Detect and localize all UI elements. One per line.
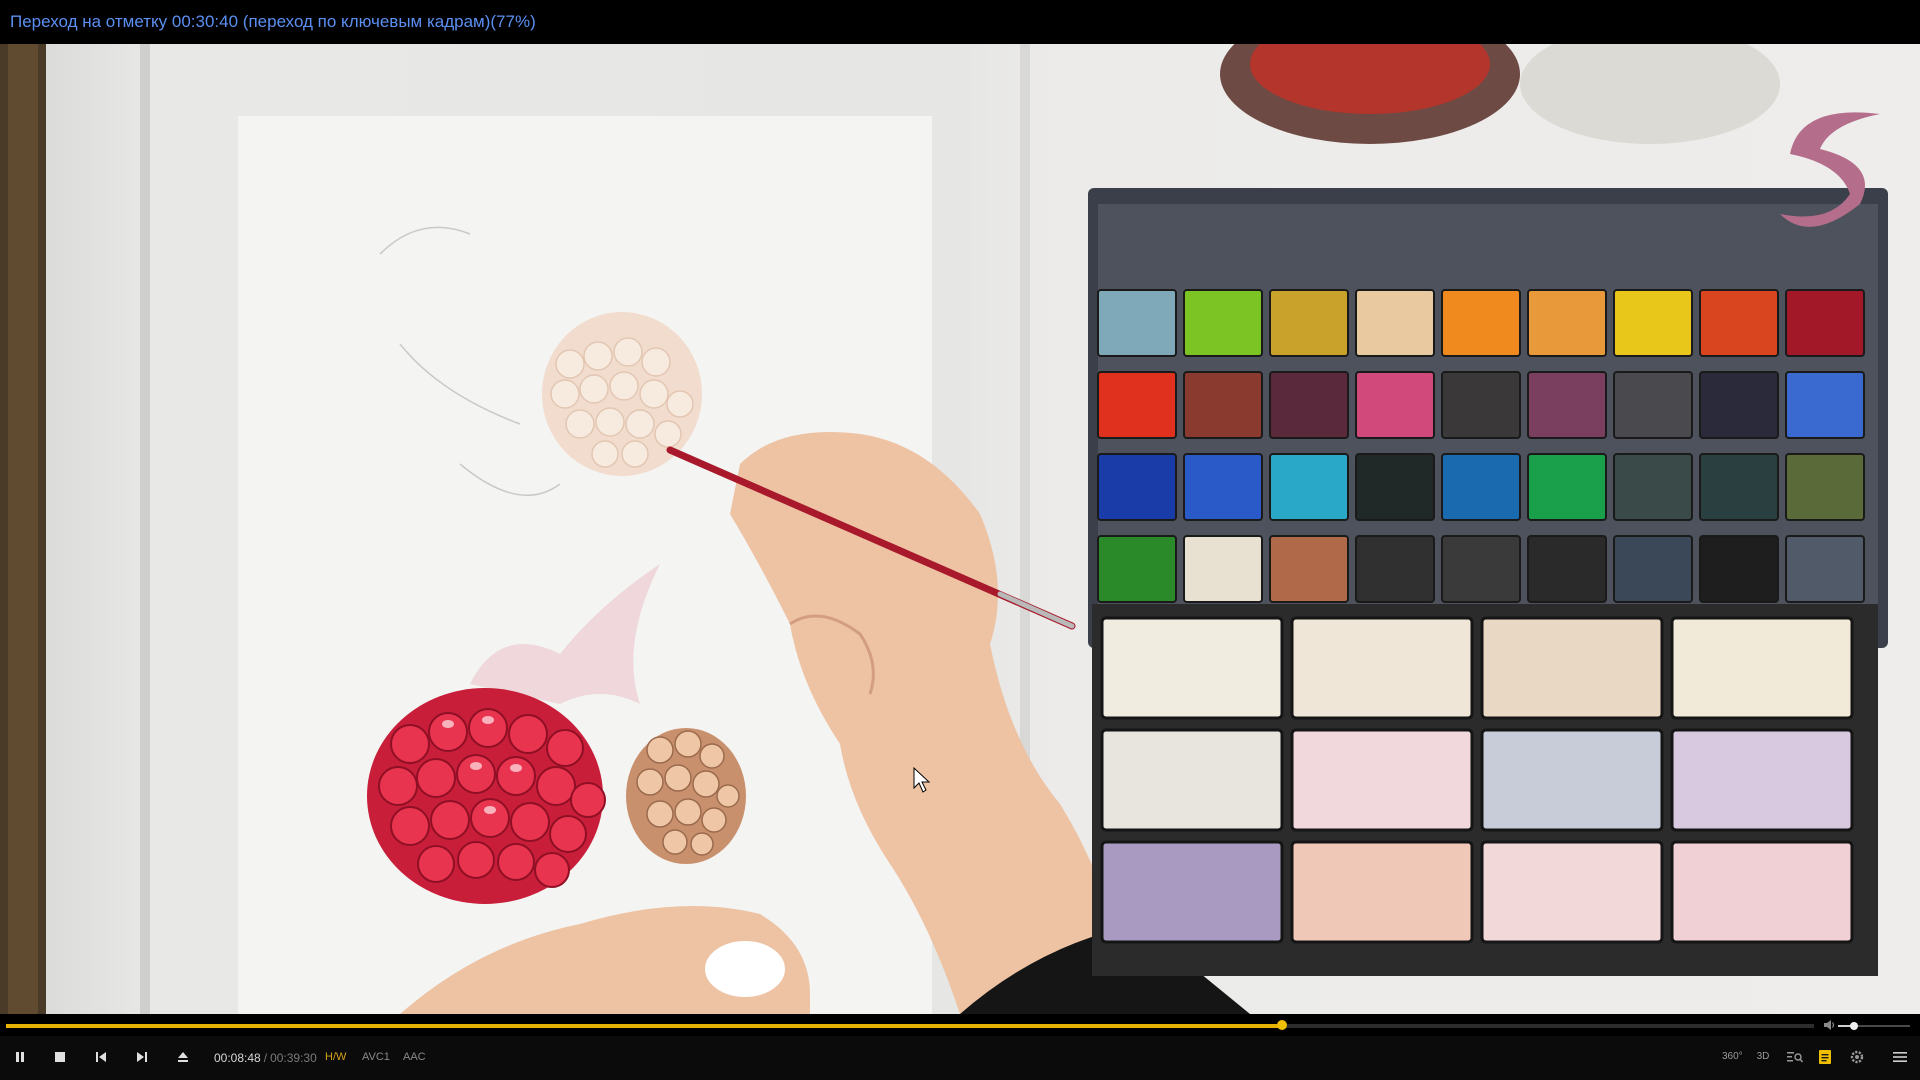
beige-raspberry	[626, 728, 746, 864]
paint-pan	[1613, 371, 1693, 439]
stereo-3d-button[interactable]: 3D	[1753, 1047, 1773, 1067]
mixing-well	[1290, 840, 1474, 944]
stop-icon	[55, 1052, 65, 1062]
hamburger-menu-icon	[1893, 1052, 1907, 1062]
hw-decoder-badge[interactable]: H/W	[325, 1051, 346, 1063]
seek-bar-progress	[6, 1024, 1283, 1028]
paint-pan	[1613, 453, 1693, 521]
paint-pan	[1699, 453, 1779, 521]
paint-pan	[1183, 453, 1263, 521]
paint-pan	[1269, 453, 1349, 521]
total-duration: 00:39:30	[270, 1051, 317, 1065]
skip-next-icon	[137, 1052, 147, 1062]
pause-button[interactable]	[9, 1046, 31, 1068]
mixing-well	[1290, 728, 1474, 832]
paint-pan	[1269, 371, 1349, 439]
settings-button[interactable]	[1846, 1046, 1868, 1068]
next-button[interactable]	[131, 1046, 153, 1068]
paint-pan	[1527, 453, 1607, 521]
video-codec-badge[interactable]: AVC1	[362, 1051, 390, 1063]
control-bar: 00:08:48/00:39:30 H/W AVC1 AAC 360° 3D	[0, 1036, 1920, 1080]
mixing-well	[1480, 616, 1664, 720]
mixing-well	[1480, 840, 1664, 944]
mixing-well	[1670, 616, 1854, 720]
paint-pan	[1441, 453, 1521, 521]
pause-icon	[16, 1052, 24, 1062]
paint-pan	[1699, 289, 1779, 357]
stop-button[interactable]	[49, 1046, 71, 1068]
paint-pan	[1441, 535, 1521, 603]
current-time: 00:08:48	[214, 1051, 261, 1065]
playlist-search-button[interactable]	[1784, 1046, 1806, 1068]
speaker-icon[interactable]	[1822, 1018, 1836, 1032]
subtitle-icon	[1819, 1050, 1831, 1064]
video-content	[0, 44, 1888, 1014]
paint-pan	[1785, 371, 1865, 439]
mixing-well	[1290, 616, 1474, 720]
paint-pan	[1355, 535, 1435, 603]
paint-pan	[1355, 289, 1435, 357]
paint-pan	[1613, 535, 1693, 603]
paint-pan	[1527, 535, 1607, 603]
paint-pan	[1785, 453, 1865, 521]
watercolor-palette	[1088, 188, 1888, 976]
paint-pan	[1097, 535, 1177, 603]
paint-pan	[1183, 535, 1263, 603]
audio-codec-badge[interactable]: AAC	[403, 1051, 426, 1063]
paint-pan	[1269, 289, 1349, 357]
paint-pan	[1699, 535, 1779, 603]
seek-bar[interactable]	[6, 1020, 1814, 1030]
paint-pan	[1527, 371, 1607, 439]
paint-pan	[1527, 289, 1607, 357]
mixing-well	[1100, 840, 1284, 944]
mixing-well	[1100, 728, 1284, 832]
open-file-button[interactable]	[172, 1046, 194, 1068]
time-display[interactable]: 00:08:48/00:39:30	[214, 1051, 317, 1065]
media-player-window: Переход на отметку 00:30:40 (переход по …	[0, 0, 1920, 1080]
mixing-well	[1100, 616, 1284, 720]
subtitle-button[interactable]	[1814, 1046, 1836, 1068]
skip-previous-icon	[96, 1052, 106, 1062]
paint-pan	[1355, 371, 1435, 439]
paint-pan	[1097, 371, 1177, 439]
mixing-well	[1480, 728, 1664, 832]
paint-pan	[1441, 371, 1521, 439]
mixing-well	[1670, 728, 1854, 832]
paint-pan	[1785, 535, 1865, 603]
eject-icon	[178, 1052, 188, 1062]
paint-pan	[1269, 535, 1349, 603]
paint-pan	[1097, 453, 1177, 521]
list-search-icon	[1787, 1052, 1803, 1063]
volume-thumb[interactable]	[1849, 1022, 1858, 1030]
paint-pan	[1699, 371, 1779, 439]
gear-icon	[1850, 1050, 1864, 1064]
paint-pan	[1785, 289, 1865, 357]
paint-pan	[1183, 371, 1263, 439]
time-separator: /	[263, 1051, 268, 1065]
paint-pan	[1441, 289, 1521, 357]
osd-seek-message: Переход на отметку 00:30:40 (переход по …	[10, 12, 536, 31]
paint-pan	[1097, 289, 1177, 357]
menu-button[interactable]	[1889, 1046, 1911, 1068]
mixing-well	[1670, 840, 1854, 944]
volume-slider[interactable]	[1838, 1022, 1910, 1030]
paint-pan	[1183, 289, 1263, 357]
seek-thumb[interactable]	[1277, 1020, 1288, 1030]
paint-pan	[1355, 453, 1435, 521]
previous-button[interactable]	[90, 1046, 112, 1068]
paint-pan	[1613, 289, 1693, 357]
video-frame[interactable]	[0, 44, 1920, 1014]
vr-360-button[interactable]: 360°	[1722, 1047, 1743, 1067]
